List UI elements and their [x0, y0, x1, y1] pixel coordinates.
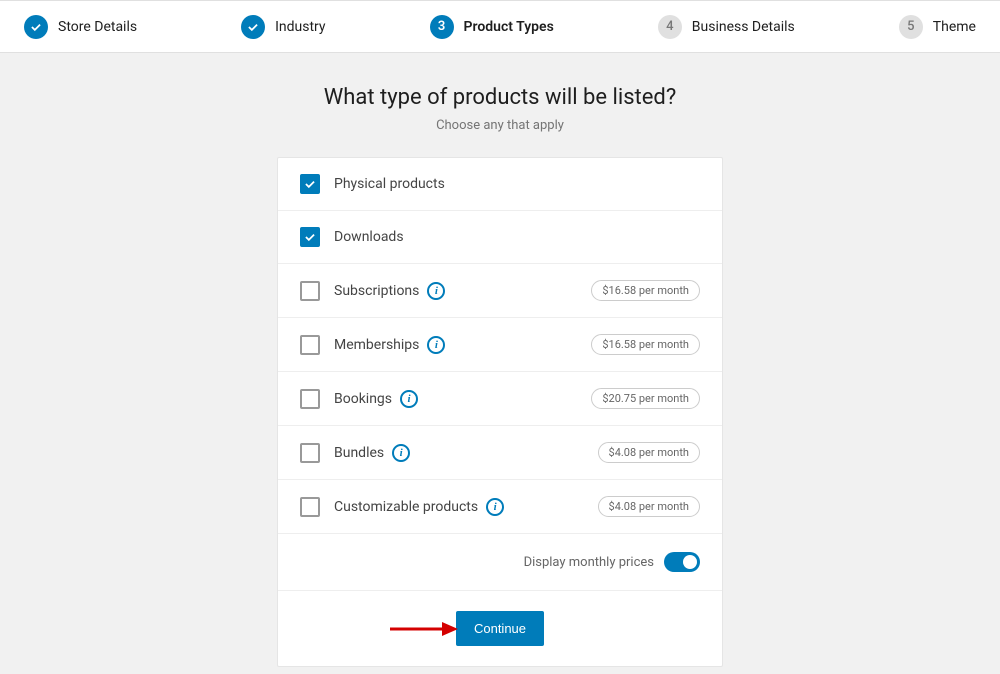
price-badge: $16.58 per month: [591, 280, 700, 301]
price-badge: $4.08 per month: [598, 496, 700, 517]
check-icon: [24, 15, 48, 39]
step-number: 4: [658, 15, 682, 39]
toggle-label: Display monthly prices: [524, 555, 654, 570]
product-label: Memberships i: [334, 336, 591, 354]
product-label: Physical products: [334, 176, 700, 192]
product-label-text: Downloads: [334, 229, 404, 245]
arrow-annotation-icon: [388, 619, 458, 639]
product-row[interactable]: Bundles i $4.08 per month: [278, 426, 722, 480]
product-row[interactable]: Bookings i $20.75 per month: [278, 372, 722, 426]
checkbox[interactable]: [300, 335, 320, 355]
product-row[interactable]: Physical products: [278, 158, 722, 211]
step-industry[interactable]: Industry: [241, 15, 325, 39]
step-business-details[interactable]: 4 Business Details: [658, 15, 795, 39]
display-prices-toggle-row: Display monthly prices: [278, 534, 722, 591]
product-label: Customizable products i: [334, 498, 598, 516]
info-icon[interactable]: i: [486, 498, 504, 516]
step-theme[interactable]: 5 Theme: [899, 15, 976, 39]
product-label: Bookings i: [334, 390, 591, 408]
action-row: Continue: [278, 591, 722, 666]
product-label-text: Physical products: [334, 176, 445, 192]
continue-button[interactable]: Continue: [456, 611, 544, 646]
step-label: Store Details: [58, 19, 137, 35]
info-icon[interactable]: i: [427, 282, 445, 300]
info-icon[interactable]: i: [392, 444, 410, 462]
product-label-text: Bookings: [334, 391, 392, 407]
step-number: 5: [899, 15, 923, 39]
product-label-text: Bundles: [334, 445, 384, 461]
info-icon[interactable]: i: [400, 390, 418, 408]
step-number: 3: [430, 15, 454, 39]
product-label: Bundles i: [334, 444, 598, 462]
stepper: Store Details Industry 3 Product Types 4…: [0, 0, 1000, 53]
product-row[interactable]: Memberships i $16.58 per month: [278, 318, 722, 372]
step-label: Theme: [933, 19, 976, 35]
product-types-card: Physical products Downloads Subscriptions i…: [277, 157, 723, 667]
step-label: Business Details: [692, 19, 795, 35]
checkbox[interactable]: [300, 443, 320, 463]
checkbox[interactable]: [300, 227, 320, 247]
price-badge: $16.58 per month: [591, 334, 700, 355]
product-label-text: Customizable products: [334, 499, 478, 515]
display-prices-toggle[interactable]: [664, 552, 700, 572]
product-label: Subscriptions i: [334, 282, 591, 300]
checkbox[interactable]: [300, 281, 320, 301]
page-title: What type of products will be listed?: [0, 85, 1000, 110]
product-row[interactable]: Subscriptions i $16.58 per month: [278, 264, 722, 318]
product-row[interactable]: Customizable products i $4.08 per month: [278, 480, 722, 534]
info-icon[interactable]: i: [427, 336, 445, 354]
step-label: Industry: [275, 19, 325, 35]
check-icon: [241, 15, 265, 39]
page-subtitle: Choose any that apply: [0, 118, 1000, 133]
product-label: Downloads: [334, 229, 700, 245]
step-store-details[interactable]: Store Details: [24, 15, 137, 39]
product-row[interactable]: Downloads: [278, 211, 722, 264]
price-badge: $4.08 per month: [598, 442, 700, 463]
price-badge: $20.75 per month: [591, 388, 700, 409]
checkbox[interactable]: [300, 389, 320, 409]
checkbox[interactable]: [300, 497, 320, 517]
product-label-text: Subscriptions: [334, 283, 419, 299]
checkbox[interactable]: [300, 174, 320, 194]
step-label: Product Types: [464, 19, 554, 35]
step-product-types[interactable]: 3 Product Types: [430, 15, 554, 39]
product-label-text: Memberships: [334, 337, 419, 353]
